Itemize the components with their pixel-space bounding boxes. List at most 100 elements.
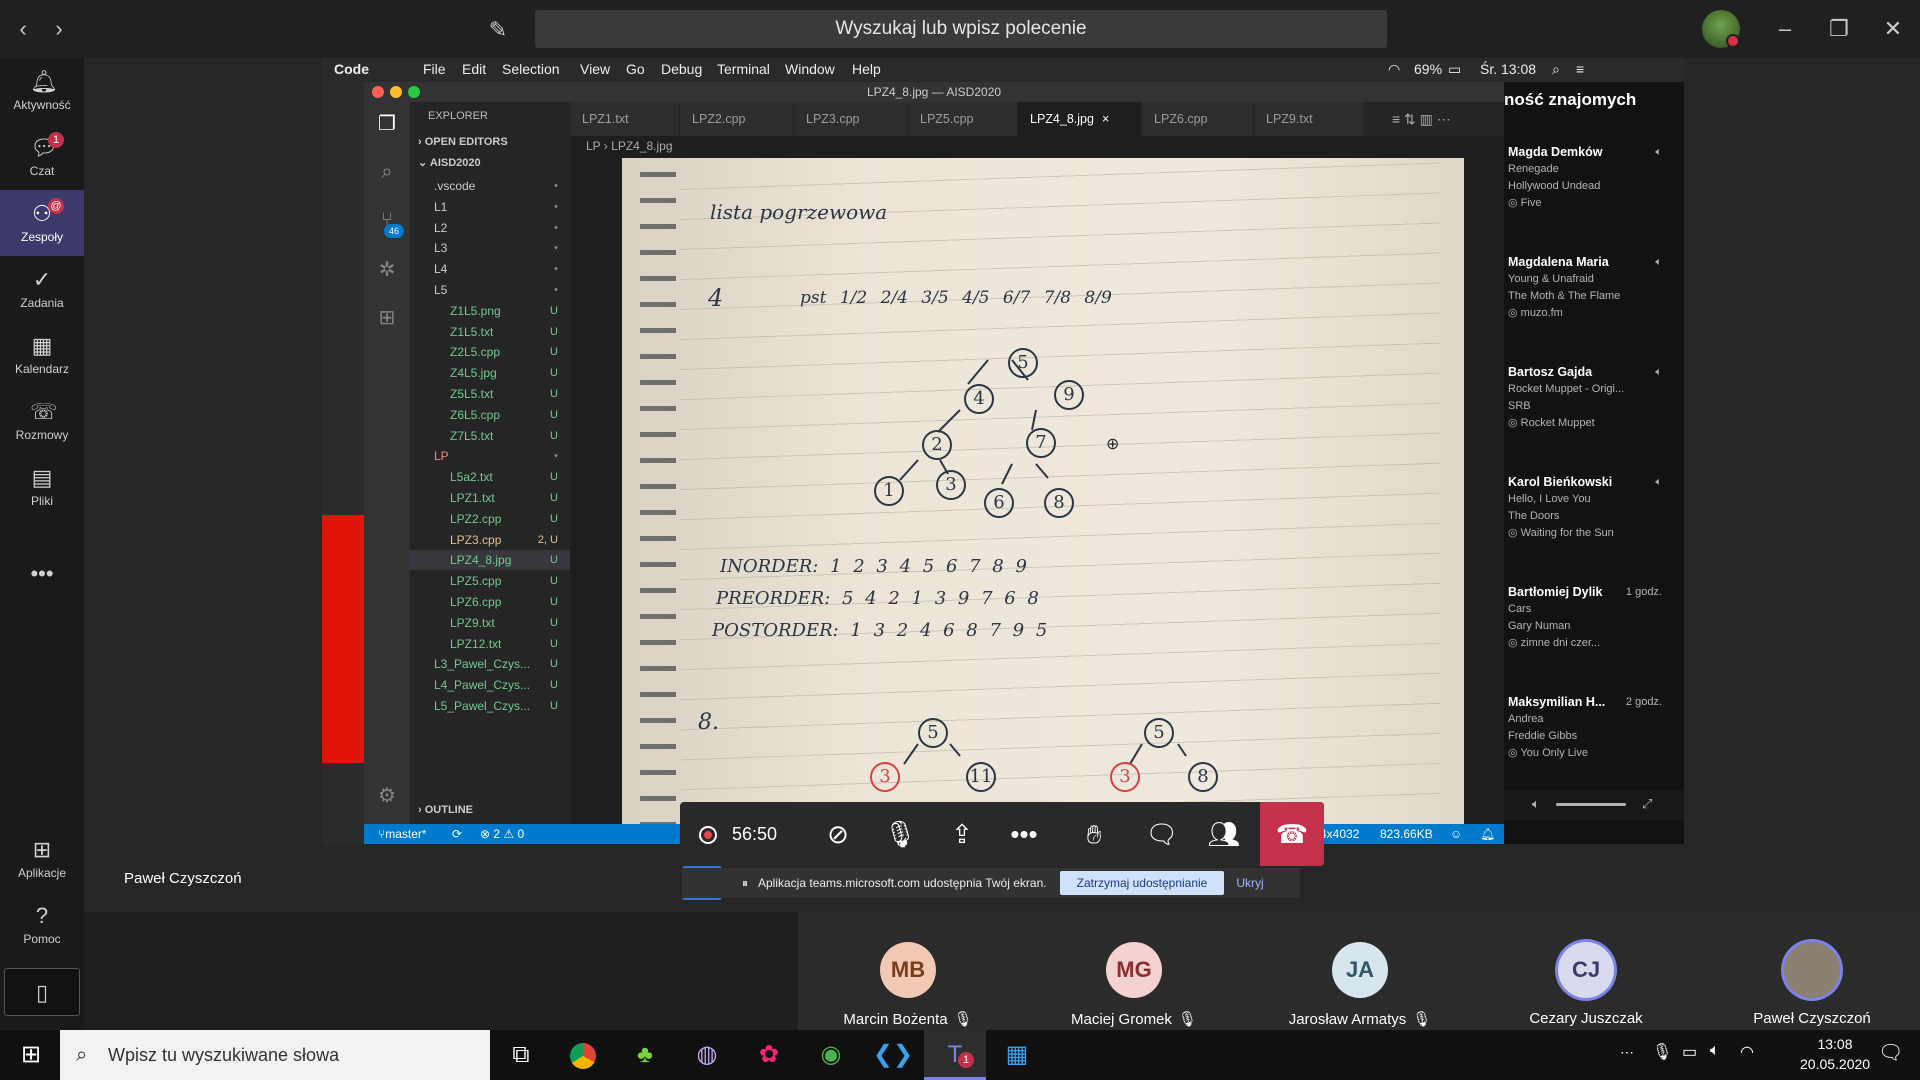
close-icon[interactable]: ✕ <box>1878 14 1908 44</box>
participant-tile[interactable]: CJ Cezary Juszczak <box>1474 912 1698 1030</box>
editor-tab[interactable]: LPZ4_8.jpg × <box>1018 102 1142 136</box>
shield-app-icon[interactable]: ◉ <box>800 1030 862 1080</box>
rail-bell[interactable]: 🔔︎ Aktywność <box>0 58 84 124</box>
participant-tile[interactable]: MG Maciej Gromek 🎙︎ <box>1022 912 1246 1030</box>
menu-debug[interactable]: Debug <box>661 61 702 77</box>
tree-item[interactable]: Z6L5.cpp U <box>410 405 570 425</box>
minimize-icon[interactable]: – <box>1770 14 1800 44</box>
tree-item[interactable]: L5 • <box>410 280 570 300</box>
tor-browser-icon[interactable]: ◍ <box>676 1030 738 1080</box>
menu-code[interactable]: Code <box>334 61 369 77</box>
tree-item[interactable]: LPZ5.cpp U <box>410 571 570 591</box>
hide-banner-button[interactable]: Ukryj <box>1232 871 1268 895</box>
editor-tab[interactable]: LPZ6.cpp <box>1142 102 1254 136</box>
spotlight-icon[interactable]: ⌕ <box>1552 61 1560 78</box>
back-arrow-icon[interactable]: ‹ <box>10 16 36 42</box>
camera-off-icon[interactable]: ⊘ <box>810 802 866 866</box>
menu-edit[interactable]: Edit <box>462 61 486 77</box>
rail-teams[interactable]: ⚇ Zespoły @ <box>0 190 84 256</box>
tree-item[interactable]: LPZ9.txt U <box>410 613 570 633</box>
friend-entry[interactable]: Magda Demków Renegade Hollywood Undead ◎ Fi… <box>1508 144 1676 212</box>
participant-tile[interactable]: JA Jarosław Armatys 🎙︎ <box>1248 912 1472 1030</box>
more-apps-icon[interactable]: ••• <box>0 554 84 594</box>
rail-help[interactable]: ? Pomoc <box>0 892 84 958</box>
teams-search-input[interactable]: Wyszukaj lub wpisz polecenie <box>535 10 1387 48</box>
participant-tile[interactable]: MB Marcin Bożenta 🎙︎ <box>796 912 1020 1030</box>
participants-icon[interactable]: 👥︎ <box>1196 802 1252 866</box>
menu-go[interactable]: Go <box>626 61 645 77</box>
feedback-icon[interactable]: ☺ <box>1450 824 1462 844</box>
tray-overflow-icon[interactable]: ⋯ <box>1620 1044 1634 1061</box>
share-screen-icon[interactable]: ⇪ <box>934 802 990 866</box>
search-icon[interactable]: ⌕ <box>364 152 410 192</box>
rail-apps[interactable]: ⊞ Aplikacje <box>0 826 84 892</box>
tree-item[interactable]: Z4L5.jpg U <box>410 363 570 383</box>
rail-calendar[interactable]: ▦ Kalendarz <box>0 322 84 388</box>
outline-section[interactable]: › OUTLINE <box>418 804 473 816</box>
chrome-icon[interactable] <box>552 1030 614 1080</box>
problems-count[interactable]: ⊗ 2 ⚠ 0 <box>480 824 524 844</box>
breadcrumb-folder[interactable]: LP <box>586 139 600 153</box>
tree-item[interactable]: LPZ2.cpp U <box>410 509 570 529</box>
windows-start-icon[interactable]: ⊞ <box>0 1030 62 1080</box>
tree-item[interactable]: LP • <box>410 446 570 466</box>
tree-item[interactable]: L5a2.txt U <box>410 467 570 487</box>
settings-gear-icon[interactable]: ⚙ <box>364 776 410 816</box>
stop-sharing-button[interactable]: Zatrzymaj udostępnianie <box>1060 871 1224 895</box>
more-actions-icon[interactable]: ••• <box>996 802 1052 866</box>
tree-item[interactable]: Z5L5.txt U <box>410 384 570 404</box>
editor-actions-icon[interactable]: ≡ ⇅ ▥ ⋯ <box>1392 102 1451 136</box>
photos-icon[interactable]: ▦ <box>986 1030 1048 1080</box>
tree-item[interactable]: LPZ3.cpp 2, U <box>410 530 570 550</box>
tree-item[interactable]: LPZ12.txt U <box>410 634 570 654</box>
hang-up-button[interactable]: ☎︎ <box>1260 802 1324 866</box>
tray-mic-icon[interactable]: 🎙︎ <box>1652 1042 1672 1062</box>
teams-taskbar-icon[interactable]: T <box>924 1030 986 1080</box>
chat-panel-icon[interactable]: 🗨︎ <box>1134 802 1190 866</box>
tray-wifi-icon[interactable]: ◠ <box>1740 1042 1754 1062</box>
menu-help[interactable]: Help <box>852 61 881 77</box>
notifications-icon[interactable]: 🔔︎ <box>1480 824 1495 844</box>
menu-terminal[interactable]: Terminal <box>717 61 770 77</box>
open-editors-section[interactable]: › OPEN EDITORS <box>418 136 508 148</box>
forward-arrow-icon[interactable]: › <box>46 16 72 42</box>
fullscreen-icon[interactable]: ⤢ <box>1642 796 1652 812</box>
compose-icon[interactable]: ✎ <box>485 17 511 43</box>
tray-clock[interactable]: 13:08 20.05.2020 <box>1800 1034 1870 1074</box>
menu-file[interactable]: File <box>423 61 446 77</box>
explorer-icon[interactable]: ❐ <box>364 104 410 144</box>
friend-entry[interactable]: Bartosz Gajda Rocket Muppet - Origi... SRB… <box>1508 364 1676 432</box>
friend-entry[interactable]: Bartłomiej Dylik Cars Gary Numan ◎ zimne dn… <box>1508 584 1676 652</box>
editor-tab[interactable]: LPZ3.cpp <box>794 102 908 136</box>
tree-item[interactable]: L5_Pawel_Czys... U <box>410 696 570 716</box>
notification-center-icon[interactable]: 🗨︎ <box>1878 1040 1903 1065</box>
tree-item[interactable]: Z1L5.png U <box>410 301 570 321</box>
rail-files[interactable]: ▤ Pliki <box>0 454 84 520</box>
clover-app-icon[interactable]: ♣ <box>614 1030 676 1080</box>
participant-tile[interactable]: Paweł Czyszczoń <box>1700 912 1920 1030</box>
window-minimize-icon[interactable] <box>390 86 402 98</box>
editor-tab[interactable]: LPZ5.cpp <box>908 102 1018 136</box>
taskbar-search[interactable]: ⌕ Wpisz tu wyszukiwane słowa <box>60 1030 490 1080</box>
friend-entry[interactable]: Magdalena Maria Young & Unafraid The Moth … <box>1508 254 1676 322</box>
maximize-icon[interactable]: ❐ <box>1824 14 1854 44</box>
tree-item[interactable]: L2 • <box>410 218 570 238</box>
tree-item[interactable]: L1 • <box>410 197 570 217</box>
task-view-icon[interactable]: ⧉ <box>490 1030 552 1080</box>
rail-phone[interactable]: ☏ Rozmowy <box>0 388 84 454</box>
tree-item[interactable]: LPZ4_8.jpg U <box>410 550 570 571</box>
menu-list-icon[interactable]: ≡ <box>1576 61 1584 77</box>
menu-window[interactable]: Window <box>785 61 835 77</box>
sync-icon[interactable]: ⟳ <box>452 824 462 844</box>
tree-item[interactable]: Z2L5.cpp U <box>410 342 570 362</box>
tree-item[interactable]: Z7L5.txt U <box>410 426 570 446</box>
tray-battery-icon[interactable]: ▭ <box>1682 1042 1697 1062</box>
extensions-icon[interactable]: ⊞ <box>364 298 410 338</box>
menu-view[interactable]: View <box>580 61 610 77</box>
tree-item[interactable]: LPZ6.cpp U <box>410 592 570 612</box>
menu-selection[interactable]: Selection <box>502 61 560 77</box>
brain-app-icon[interactable]: ✿ <box>738 1030 800 1080</box>
raise-hand-icon[interactable]: ✋︎ <box>1066 802 1122 866</box>
friend-entry[interactable]: Karol Bieńkowski Hello, I Love You The Doo… <box>1508 474 1676 542</box>
volume-slider[interactable] <box>1556 803 1626 806</box>
